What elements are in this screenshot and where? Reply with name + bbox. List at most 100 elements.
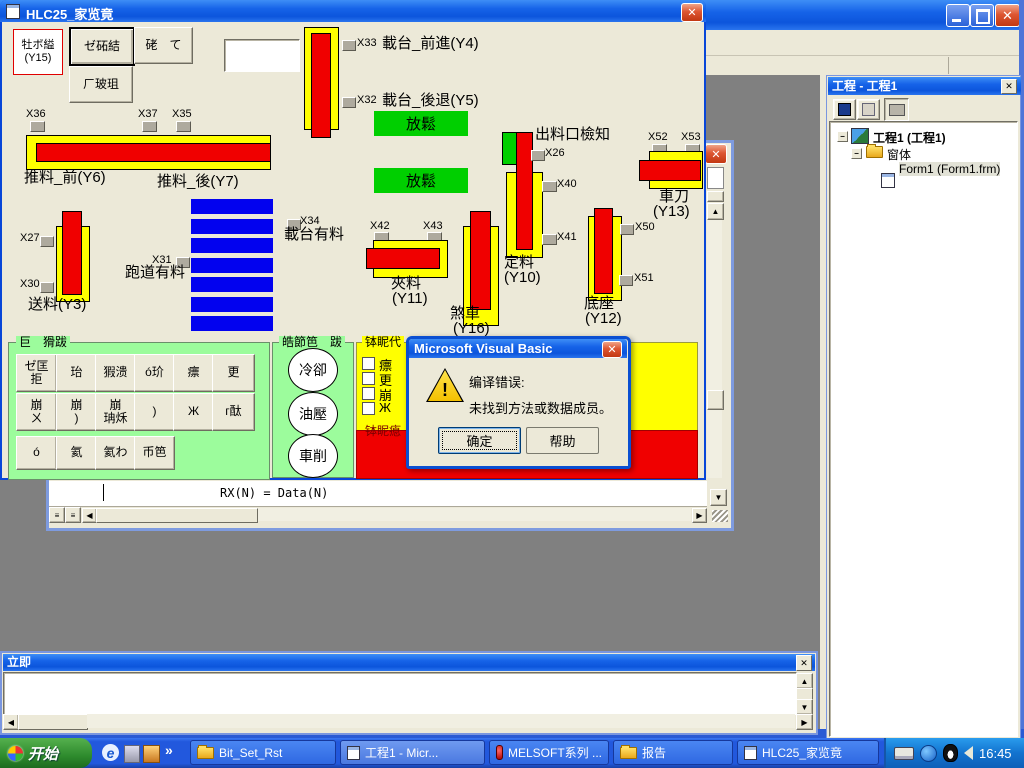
split-view-icon[interactable]: ≡ [49, 507, 65, 523]
close-icon[interactable]: ✕ [796, 655, 812, 671]
status-check-label: Ж [379, 400, 391, 415]
close-icon[interactable]: ✕ [602, 341, 622, 358]
quicklaunch-icon-2[interactable] [124, 745, 140, 763]
sensor-light-x35 [176, 121, 191, 132]
splitter-handle[interactable] [707, 191, 724, 202]
hscrollbar-track[interactable] [258, 508, 691, 521]
manual-button[interactable]: 崩 ㄨ [16, 393, 57, 431]
manual-button[interactable]: ) [134, 393, 175, 431]
manual-button[interactable]: г酞 [212, 393, 255, 431]
toggle-folders-icon[interactable] [884, 98, 909, 121]
immediate-content[interactable] [3, 672, 797, 715]
sensor-label: X37 [138, 108, 158, 120]
label-stage-forward: 載台_前進(Y4) [382, 36, 479, 52]
scroll-left-icon[interactable]: ◀ [82, 508, 97, 523]
hscrollbar-track[interactable] [87, 714, 795, 728]
taskbar-item-report[interactable]: 报告 [613, 740, 733, 765]
immediate-titlebar[interactable]: 立即 [3, 654, 815, 671]
form-file-icon [881, 173, 895, 188]
view-code-icon[interactable] [833, 99, 856, 120]
taskbar-item-vb[interactable]: 工程1 - Micr... [340, 740, 485, 765]
tree-item-project[interactable]: 工程1 (工程1) [873, 129, 946, 146]
minimize-icon[interactable] [946, 4, 970, 27]
vscrollbar-thumb2[interactable] [707, 390, 724, 410]
tree-item-forms-folder[interactable]: 窗体 [887, 146, 911, 163]
status-checkbox[interactable] [362, 357, 375, 370]
ie-quicklaunch-icon[interactable]: e [102, 744, 119, 761]
tree-expand-icon[interactable]: − [837, 131, 848, 142]
release-button-1[interactable]: 放鬆 [374, 111, 468, 136]
sensor-label: X40 [557, 178, 577, 190]
manual-button[interactable]: ó玠 [134, 354, 175, 392]
scroll-right-icon[interactable]: ▶ [796, 714, 813, 730]
manual-button[interactable]: 猳溃 [95, 354, 136, 392]
manual-button[interactable]: 崩 珃秌 [95, 393, 136, 431]
track-bar [191, 199, 273, 214]
status-checkbox[interactable] [362, 372, 375, 385]
confirm-button[interactable]: 硓 て [134, 27, 193, 64]
close-icon[interactable]: ✕ [1001, 79, 1017, 94]
stop-button[interactable]: ゼ砳結 [69, 27, 135, 66]
code-editor[interactable]: RX(N) = Data(N) [49, 481, 707, 507]
close-icon[interactable]: ✕ [681, 3, 703, 22]
manual-button[interactable]: ó [16, 436, 57, 470]
sensor-label: X26 [545, 147, 565, 159]
scroll-down-icon[interactable]: ▼ [796, 699, 813, 715]
vscrollbar-thumb[interactable] [707, 167, 724, 189]
quicklaunch-icon-3[interactable] [143, 745, 160, 763]
hydraulic-button[interactable]: 油壓 [288, 392, 338, 436]
scroll-down-icon[interactable]: ▼ [710, 489, 727, 506]
manual-button[interactable]: 氦 [56, 436, 97, 470]
dialog-titlebar[interactable]: Microsoft Visual Basic [409, 339, 627, 358]
help-button[interactable]: 帮助 [526, 427, 599, 454]
turning-button[interactable]: 車削 [288, 434, 338, 478]
text-caret [103, 484, 104, 501]
project-titlebar[interactable]: 工程 - 工程1 [828, 77, 1021, 95]
manual-button[interactable]: 珆 [56, 354, 97, 392]
ime-tray-icon[interactable] [920, 745, 937, 762]
quicklaunch-overflow-icon[interactable]: » [165, 742, 173, 758]
start-button[interactable]: 开始 [0, 738, 92, 768]
scroll-left-icon[interactable]: ◀ [3, 714, 19, 730]
sensor-light-x32 [342, 97, 356, 108]
coolant-button[interactable]: 冷卻 [288, 348, 338, 392]
taskbar-item-hlc25[interactable]: HLC25_家览竟 [737, 740, 879, 765]
immediate-window: 立即 ✕ ▲ ▼ ◀ ▶ [0, 651, 818, 735]
label-stage-material: 載台有料 [284, 227, 344, 243]
manual-button[interactable]: ゼ匡 拒 [16, 354, 57, 392]
manual-button[interactable]: 币笆 [134, 436, 175, 470]
ok-button[interactable]: 确定 [438, 427, 521, 454]
taskbar-item-bitsetrst[interactable]: Bit_Set_Rst [190, 740, 336, 765]
tree-item-form1[interactable]: Form1 (Form1.frm) [899, 162, 1000, 176]
hscrollbar-thumb[interactable] [18, 714, 88, 730]
manual-button[interactable]: 瘭 [173, 354, 214, 392]
empty-textbox[interactable] [224, 39, 300, 72]
full-view-icon[interactable]: ≡ [65, 507, 81, 523]
clock[interactable]: 16:45 [979, 746, 1012, 761]
scroll-up-icon[interactable]: ▲ [707, 203, 724, 220]
close-icon[interactable]: ✕ [705, 144, 727, 164]
qq-tray-icon[interactable] [943, 744, 958, 762]
scroll-right-icon[interactable]: ▶ [692, 508, 707, 523]
release-button-2[interactable]: 放鬆 [374, 168, 468, 193]
keyboard-tray-icon[interactable] [894, 747, 914, 760]
status-checkbox[interactable] [362, 402, 375, 415]
product-button[interactable]: ㄏ玻珇 [69, 66, 133, 103]
hscrollbar-thumb[interactable] [96, 508, 258, 523]
resize-grip[interactable] [712, 510, 728, 522]
manual-button[interactable]: 崩 ) [56, 393, 97, 431]
status-checkbox[interactable] [362, 387, 375, 400]
view-object-icon[interactable] [857, 99, 880, 120]
sensor-light-x27 [40, 236, 54, 247]
manual-button[interactable]: 更 [212, 354, 255, 392]
sensor-light-x41 [542, 234, 557, 245]
volume-tray-icon[interactable] [964, 746, 973, 760]
close-icon[interactable]: ✕ [995, 4, 1020, 27]
tree-expand-icon[interactable]: − [851, 148, 862, 159]
manual-button[interactable]: 氦わ [95, 436, 136, 470]
manual-button[interactable]: Ж [173, 393, 214, 431]
maximize-icon[interactable] [970, 4, 994, 27]
vscrollbar-track[interactable] [707, 220, 722, 478]
taskbar-item-melsoft[interactable]: MELSOFT系列 ... [489, 740, 609, 765]
scroll-up-icon[interactable]: ▲ [796, 673, 813, 689]
